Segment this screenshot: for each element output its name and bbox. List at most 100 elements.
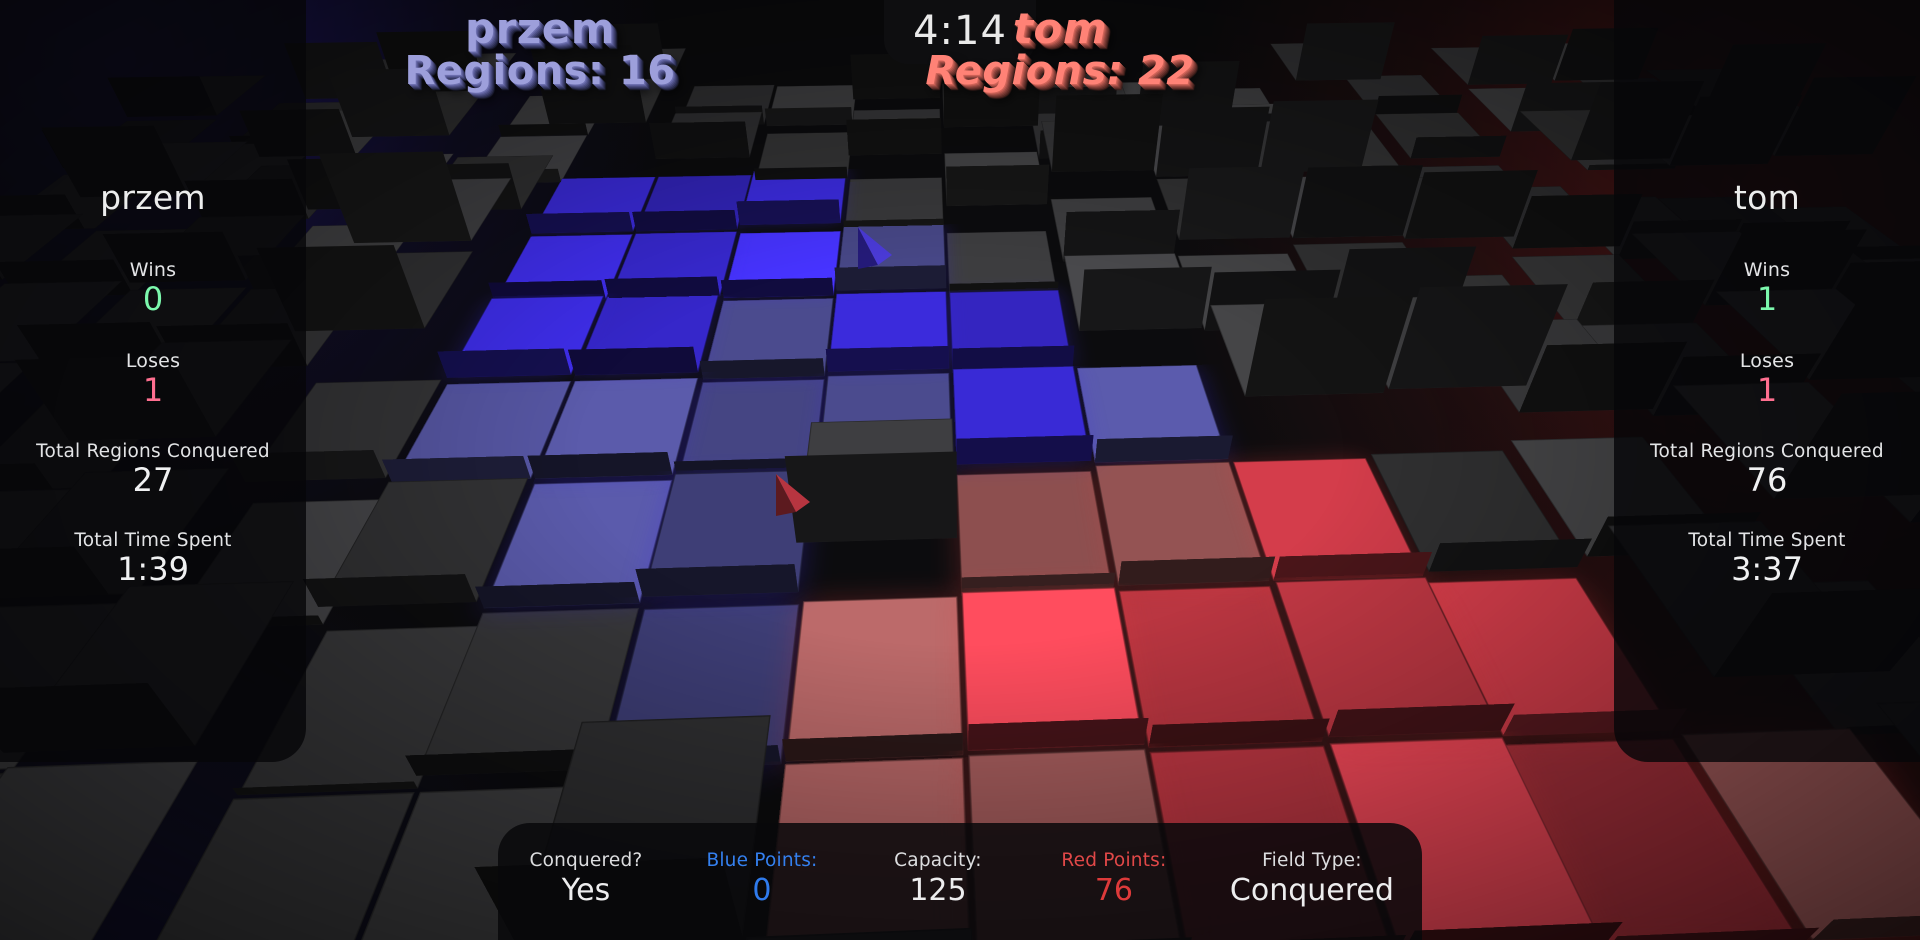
stat-label: Total Regions Conquered	[36, 440, 270, 462]
info-cell-value: Yes	[561, 873, 611, 908]
tile-top-face	[0, 760, 199, 940]
info-cell-value: 0	[752, 873, 772, 908]
tile-side-face	[1467, 34, 1569, 85]
stat-value: 1	[1756, 370, 1778, 409]
info-cell: Field Type: Conquered	[1230, 850, 1394, 908]
tile-side-face	[1273, 551, 1433, 581]
board-tile[interactable]	[720, 231, 841, 298]
info-cell-label: Conquered?	[529, 850, 643, 871]
board-tile[interactable]	[1041, 93, 1164, 172]
stat-block: Loses 1	[36, 350, 270, 409]
stat-label: Total Time Spent	[1688, 530, 1846, 552]
stat-value: 76	[1746, 460, 1788, 499]
info-cell: Blue Points: 0	[702, 850, 822, 908]
board-tile[interactable]	[961, 587, 1149, 751]
tile-side-face	[1079, 266, 1212, 331]
tile-side-face	[474, 581, 641, 609]
stat-value: 1	[1756, 280, 1778, 318]
tile-side-face	[1428, 538, 1593, 572]
board-tile[interactable]	[942, 60, 1042, 128]
board-tile[interactable]	[632, 174, 752, 232]
tile-side-face	[649, 121, 750, 159]
player-stats-panel-right: tom Wins 1 Loses 1 Total Regions Conquered 76…	[1614, 0, 1920, 762]
board-tile[interactable]	[850, 53, 940, 100]
stat-block: Wins 0	[36, 259, 270, 318]
tile-side-face	[846, 118, 942, 156]
board-tile[interactable]	[944, 151, 1050, 207]
stat-value: 3:37	[1731, 550, 1803, 589]
info-cell-label: Red Points:	[1061, 850, 1167, 871]
left-stat-list: Wins 0 Loses 1 Total Regions Conquered 27 Tota…	[36, 259, 270, 620]
tile-side-face	[1410, 135, 1507, 159]
board-tile[interactable]	[699, 298, 834, 380]
tile-side-face	[567, 346, 699, 376]
board-tile[interactable]	[1375, 112, 1507, 159]
board-tile[interactable]	[736, 169, 847, 226]
board-tile[interactable]	[0, 760, 199, 940]
stat-label: Total Time Spent	[74, 530, 232, 552]
tile-side-face	[1260, 99, 1379, 173]
board-tile[interactable]	[784, 418, 958, 543]
tile-side-face	[946, 164, 1050, 207]
stat-block: Total Regions Conquered 27	[36, 441, 270, 499]
info-cell: Conquered? Yes	[526, 850, 646, 908]
board-tile[interactable]	[834, 224, 947, 291]
tile-side-face	[943, 60, 1042, 128]
left-player-name: przem	[100, 178, 206, 217]
stat-block: Total Regions Conquered 76	[1650, 441, 1884, 499]
tile-side-face	[850, 53, 940, 100]
board-tile[interactable]	[956, 470, 1116, 596]
right-stat-list: Wins 1 Loses 1 Total Regions Conquered 76 Tota…	[1650, 259, 1884, 620]
board-tile[interactable]	[318, 151, 512, 244]
info-cell-label: Field Type:	[1262, 850, 1362, 871]
tile-side-face	[1051, 93, 1164, 172]
stat-label: Loses	[1739, 349, 1795, 372]
field-info-bar: Conquered? Yes Blue Points: 0 Capacity: 125 Re…	[498, 823, 1422, 940]
board-tile[interactable]	[1050, 197, 1181, 262]
tile-side-face	[302, 574, 477, 607]
board-tile[interactable]	[1430, 34, 1569, 85]
board-tile[interactable]	[1270, 22, 1395, 81]
tile-side-face	[437, 348, 572, 378]
tile-side-face	[1094, 435, 1233, 463]
board-tile[interactable]	[846, 108, 942, 156]
board-tile[interactable]	[529, 44, 667, 125]
stat-label: Wins	[1743, 259, 1791, 281]
tile-side-face	[968, 717, 1149, 751]
tile-side-face	[956, 434, 1094, 465]
info-cell-label: Capacity:	[894, 850, 982, 871]
board-tile[interactable]	[327, 68, 485, 138]
info-cell: Capacity: 125	[878, 850, 998, 908]
board-tile[interactable]	[1210, 295, 1414, 397]
board-tile[interactable]	[649, 111, 763, 159]
board-tile[interactable]	[946, 230, 1059, 298]
tile-side-face	[1292, 165, 1424, 239]
stat-value: 0	[142, 280, 164, 318]
stat-block: Total Time Spent 1:39	[36, 530, 270, 588]
board-tile[interactable]	[764, 85, 857, 127]
board-tile[interactable]	[1076, 364, 1233, 463]
tile-side-face	[632, 209, 738, 232]
board-tile[interactable]	[952, 366, 1094, 465]
stat-value: 1	[142, 370, 164, 409]
tile-side-face	[525, 211, 634, 234]
stat-value: 27	[132, 460, 174, 499]
info-cell: Red Points: 76	[1054, 850, 1174, 908]
board-tile[interactable]	[782, 596, 964, 762]
board-tile[interactable]	[949, 290, 1075, 370]
tile-side-face	[784, 451, 958, 543]
tile-side-face	[736, 199, 841, 226]
tile-side-face	[1118, 556, 1276, 586]
board-tile[interactable]	[825, 291, 950, 372]
info-cell-label: Blue Points:	[706, 850, 818, 871]
tile-side-face	[699, 358, 825, 380]
tile-side-face	[1179, 166, 1306, 240]
tile-side-face	[1295, 22, 1395, 81]
player-stats-panel-left: przem Wins 0 Loses 1 Total Regions Conquered…	[0, 0, 306, 762]
tile-side-face	[720, 277, 834, 298]
stat-label: Total Regions Conquered	[1650, 440, 1884, 462]
tile-side-face	[764, 107, 853, 127]
tile-side-face	[1374, 94, 1463, 115]
tile-side-face	[1328, 703, 1515, 737]
board-tile[interactable]	[256, 245, 474, 332]
